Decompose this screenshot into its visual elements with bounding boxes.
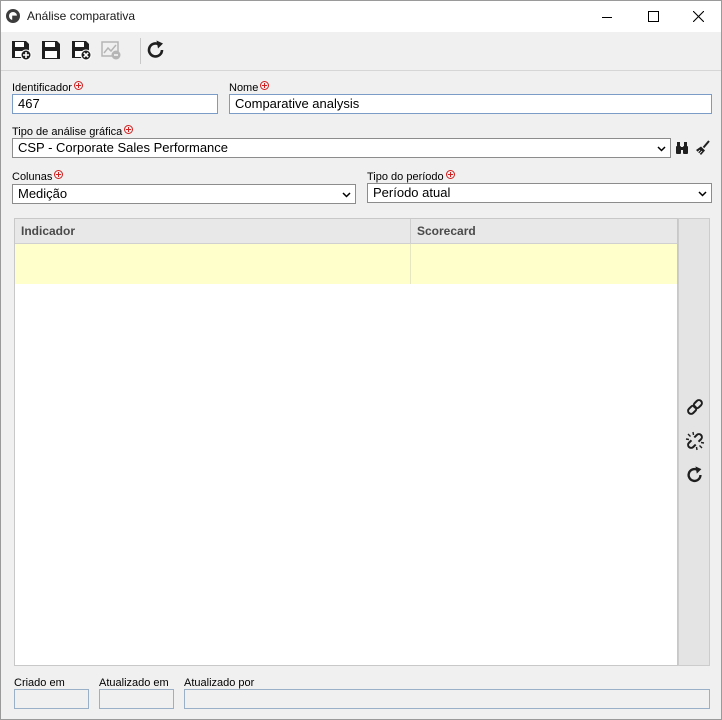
binoculars-icon: [676, 142, 688, 154]
maximize-button[interactable]: [630, 1, 676, 32]
save-plus-icon: [12, 41, 32, 61]
colunas-label-text: Colunas: [12, 171, 53, 183]
toolbar: [1, 32, 721, 71]
nome-label-text: Nome: [229, 82, 259, 94]
grid-header: Indicador Scorecard: [15, 219, 677, 244]
link-icon: [687, 399, 703, 415]
close-button[interactable]: [675, 1, 721, 32]
column-header-scorecard[interactable]: Scorecard: [411, 219, 677, 243]
save-icon: [42, 41, 60, 59]
criado-em-label: Criado em: [14, 677, 65, 689]
window-title: Análise comparativa: [27, 9, 136, 23]
refresh-icon: [147, 40, 164, 58]
tipo-analise-select[interactable]: CSP - Corporate Sales Performance: [12, 138, 671, 158]
tipo-periodo-value: Período atual: [373, 185, 451, 200]
chevron-down-icon: [657, 146, 666, 152]
atualizado-por-field: [184, 689, 710, 709]
unlink-icon: [685, 431, 705, 451]
nome-field[interactable]: Comparative analysis: [229, 94, 712, 114]
minimize-button[interactable]: [584, 1, 630, 32]
atualizado-por-label: Atualizado por: [184, 677, 255, 689]
app-icon: [6, 9, 20, 23]
atualizado-em-label: Atualizado em: [99, 677, 169, 689]
refresh-icon: [687, 466, 702, 483]
colunas-select[interactable]: Medição: [12, 184, 356, 204]
tipo-analise-value: CSP - Corporate Sales Performance: [18, 140, 229, 155]
colunas-value: Medição: [18, 186, 68, 201]
close-icon: [692, 11, 704, 22]
table-row[interactable]: [15, 244, 677, 284]
broom-icon: [696, 140, 710, 155]
atualizado-em-field: [99, 689, 174, 709]
tipo-periodo-label-text: Tipo do período: [367, 171, 444, 183]
minimize-icon: [602, 16, 612, 18]
tipo-analise-label: Tipo de análise gráfica: [12, 125, 134, 138]
chart-button[interactable]: [99, 38, 123, 62]
identificador-label: Identificador: [12, 81, 83, 94]
tipo-analise-label-text: Tipo de análise gráfica: [12, 126, 123, 138]
save-close-icon: [72, 41, 92, 61]
colunas-label: Colunas: [12, 170, 64, 183]
required-icon: [54, 170, 64, 179]
chart-icon: [101, 41, 121, 60]
refresh-grid-button[interactable]: [684, 464, 706, 486]
title-bar: Análise comparativa: [1, 1, 721, 32]
indicator-grid: Indicador Scorecard: [14, 218, 678, 666]
chevron-down-icon: [698, 191, 707, 197]
maximize-icon: [647, 11, 659, 22]
identificador-label-text: Identificador: [12, 82, 72, 94]
criado-em-field: [14, 689, 89, 709]
required-icon: [124, 125, 134, 134]
chevron-down-icon: [342, 192, 351, 198]
nome-label: Nome: [229, 81, 270, 94]
row-divider: [410, 244, 411, 284]
search-tipo-analise-button[interactable]: [673, 139, 691, 157]
required-icon: [445, 170, 455, 179]
form-content: Identificador 467 Nome Comparative analy…: [1, 72, 721, 719]
tipo-periodo-label: Tipo do período: [367, 170, 455, 183]
identificador-field[interactable]: 467: [12, 94, 218, 114]
save-and-close-button[interactable]: [69, 38, 93, 62]
grid-side-panel: [678, 218, 710, 666]
column-header-indicador[interactable]: Indicador: [15, 219, 410, 243]
tipo-periodo-select[interactable]: Período atual: [367, 183, 712, 203]
link-button[interactable]: [684, 396, 706, 418]
toolbar-separator: [140, 38, 141, 64]
save-button[interactable]: [39, 38, 63, 62]
dialog-window: Análise comparativa Identificador 467 No…: [0, 0, 722, 720]
unlink-button[interactable]: [684, 430, 706, 452]
refresh-button[interactable]: [144, 38, 168, 62]
required-icon: [260, 81, 270, 90]
clear-tipo-analise-button[interactable]: [694, 139, 712, 157]
save-and-new-button[interactable]: [9, 38, 33, 62]
required-icon: [73, 81, 83, 90]
